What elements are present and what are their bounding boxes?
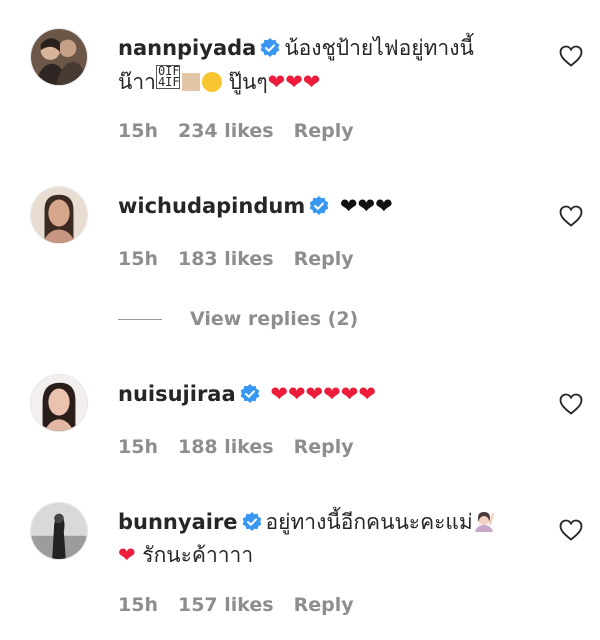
- like-heart-icon[interactable]: [559, 45, 583, 67]
- comment-time: 15h: [118, 120, 158, 142]
- comment-text: อยู่ทางนี้อีกคนนะคะแม่: [265, 510, 473, 534]
- comment-meta: 15h 157 likes Reply: [118, 594, 374, 616]
- username[interactable]: bunnyaire: [118, 510, 238, 534]
- comment-time: 15h: [118, 436, 158, 458]
- avatar[interactable]: [30, 186, 88, 244]
- view-replies-button[interactable]: View replies (2): [118, 308, 358, 332]
- comment-meta: 15h 188 likes Reply: [118, 436, 374, 458]
- username[interactable]: wichudapindum: [118, 194, 305, 218]
- reply-button[interactable]: Reply: [294, 594, 354, 616]
- like-heart-icon[interactable]: [559, 519, 583, 541]
- like-heart-icon[interactable]: [559, 205, 583, 227]
- comment-text-block: wichudapindum ❤❤❤: [118, 190, 536, 223]
- comment-text: น้องชูป้ายไฟอยู่ทางนี้: [284, 36, 474, 60]
- username[interactable]: nannpiyada: [118, 36, 256, 60]
- view-replies-label: View replies (2): [190, 308, 359, 330]
- reply-button[interactable]: Reply: [294, 436, 354, 458]
- verified-badge-icon: [240, 384, 260, 404]
- comment-text-line2: น๊าา: [118, 70, 156, 94]
- comment-meta: 15h 183 likes Reply: [118, 248, 374, 270]
- person-raising-hand-emoji-icon: [473, 509, 495, 532]
- hearts-emoji: ❤❤❤: [339, 194, 393, 218]
- skin-tone-emoji-icon: [181, 73, 200, 91]
- hearts-emoji: ❤❤❤: [267, 70, 321, 94]
- signboard-emoji-icon: 0IF 4IF: [155, 64, 180, 89]
- comment-text-block: nannpiyada น้องชูป้ายไฟอยู่ทางนี้ น๊าา 0IF…: [118, 32, 536, 99]
- reply-button[interactable]: Reply: [294, 120, 354, 142]
- like-heart-icon[interactable]: [559, 393, 583, 415]
- heart-emoji: ❤: [118, 543, 136, 567]
- divider-line: [118, 319, 162, 320]
- avatar[interactable]: [30, 502, 88, 560]
- comment-likes[interactable]: 188 likes: [178, 436, 274, 458]
- comment-likes[interactable]: 234 likes: [178, 120, 274, 142]
- verified-badge-icon: [309, 196, 329, 216]
- smiling-face-emoji-icon: [201, 72, 222, 92]
- comment-text-block: nuisujiraa ❤❤❤❤❤❤: [118, 378, 536, 411]
- avatar[interactable]: [30, 374, 88, 432]
- hearts-emoji: ❤❤❤❤❤❤: [270, 382, 376, 406]
- verified-badge-icon: [260, 38, 280, 58]
- verified-badge-icon: [242, 512, 262, 532]
- comment-meta: 15h 234 likes Reply: [118, 120, 374, 142]
- comment-feed: nannpiyada น้องชูป้ายไฟอยู่ทางนี้ น๊าา 0IF…: [0, 0, 600, 640]
- comment-likes[interactable]: 157 likes: [178, 594, 274, 616]
- username[interactable]: nuisujiraa: [118, 382, 236, 406]
- comment-text-line2: รักนะค้าาาา: [142, 543, 254, 567]
- avatar[interactable]: [30, 28, 88, 86]
- comment-likes[interactable]: 183 likes: [178, 248, 274, 270]
- comment-time: 15h: [118, 248, 158, 270]
- comment-text-suffix: ปู๊นๆ: [228, 70, 268, 94]
- reply-button[interactable]: Reply: [294, 248, 354, 270]
- comment-text-block: bunnyaire อยู่ทางนี้อีกคนนะคะแม่ ❤ รักนะค…: [118, 506, 536, 572]
- comment-time: 15h: [118, 594, 158, 616]
